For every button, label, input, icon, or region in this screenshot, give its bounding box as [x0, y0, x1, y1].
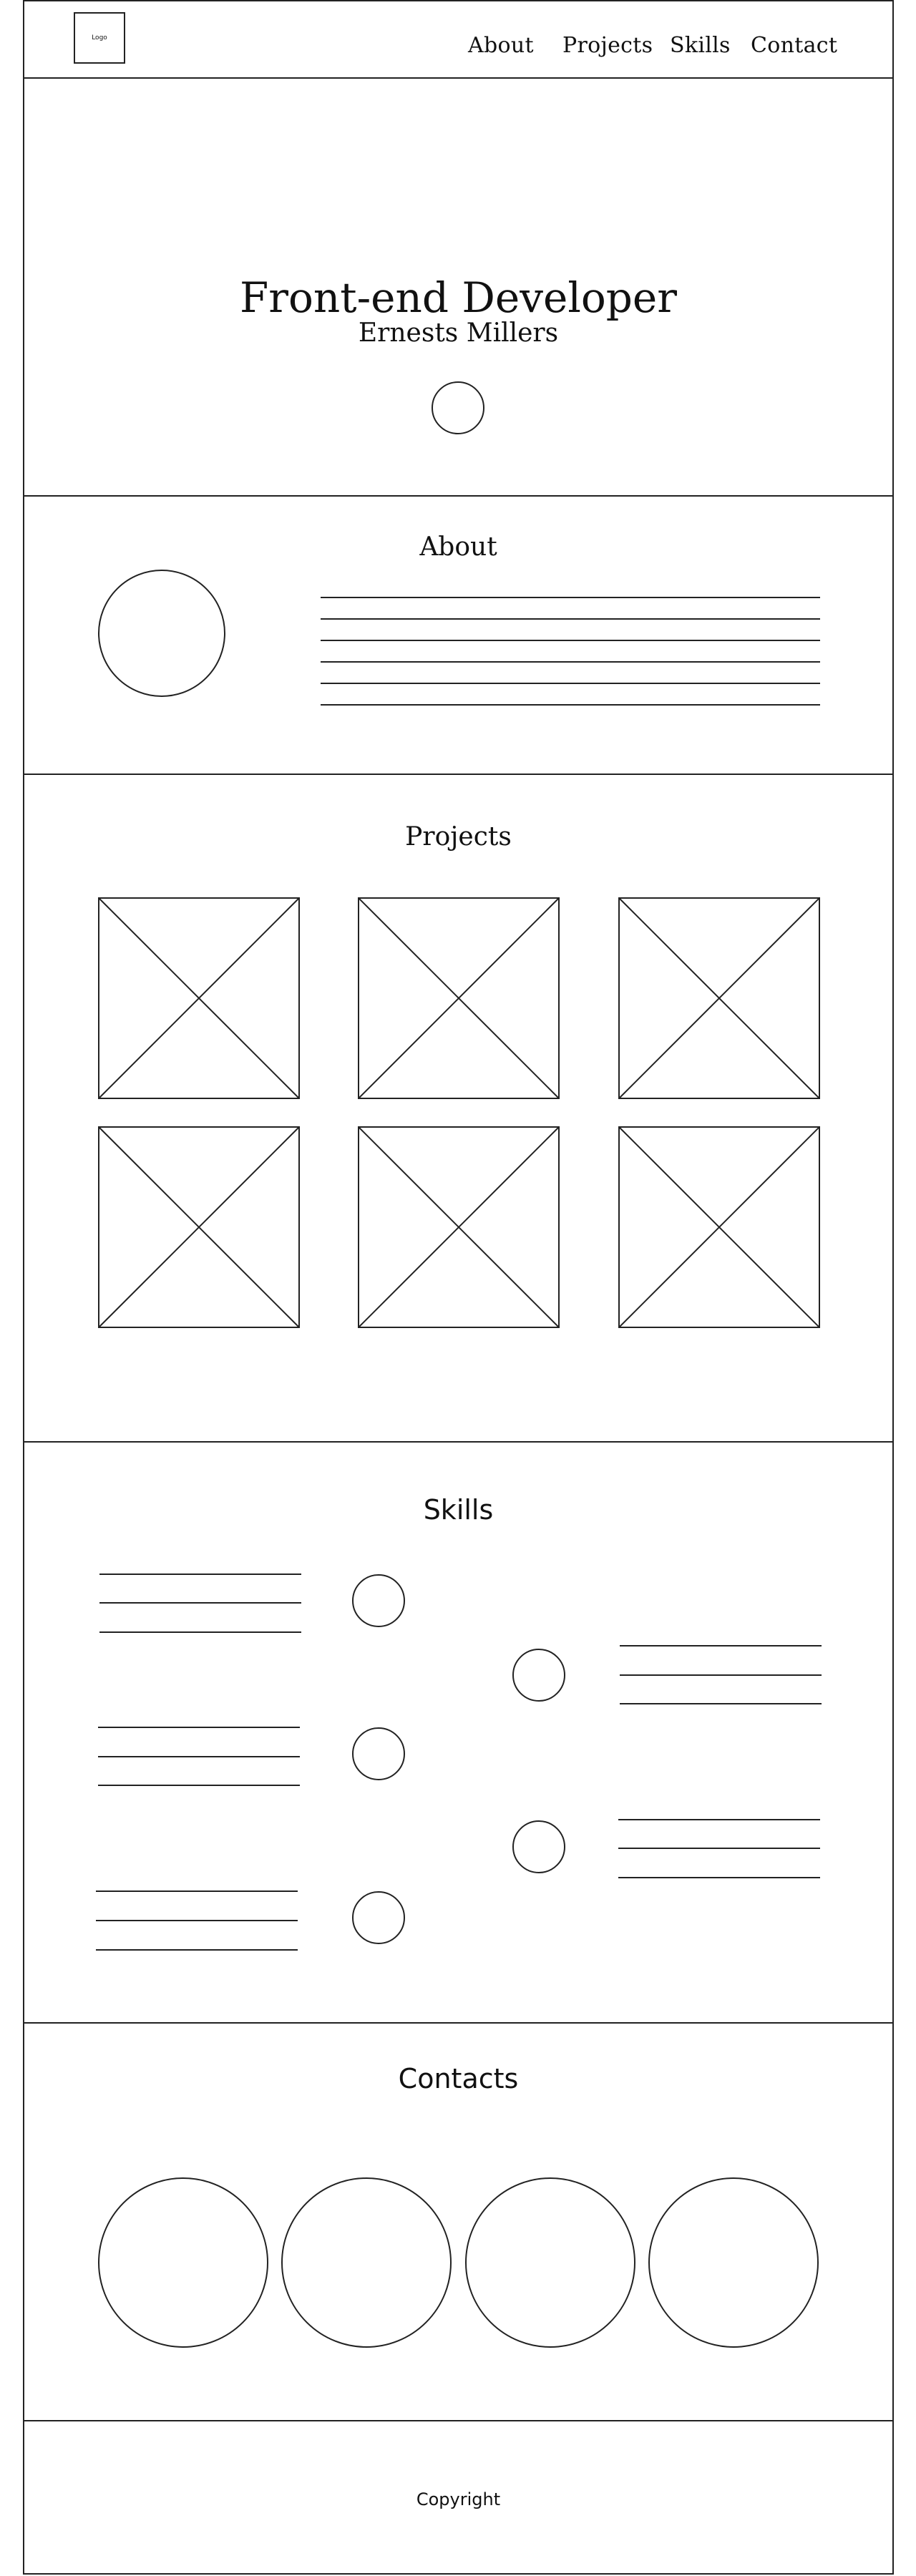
skill-text-line	[618, 1819, 820, 1820]
skill-text-line	[98, 1785, 300, 1786]
about-divider	[24, 774, 892, 775]
skill-text-line	[620, 1674, 822, 1676]
nav-skills-link[interactable]: Skills	[670, 33, 731, 58]
contact-link-circle[interactable]	[648, 2177, 819, 2348]
skill-text-line	[99, 1574, 301, 1575]
image-placeholder-icon	[98, 1126, 300, 1328]
hero-scroll-circle[interactable]	[432, 381, 484, 434]
skill-text-line	[618, 1877, 820, 1878]
skill-text-line	[96, 1890, 298, 1892]
about-avatar-circle	[98, 570, 225, 697]
about-text-line	[321, 640, 820, 641]
contacts-heading: Contacts	[398, 2063, 519, 2094]
image-placeholder-icon	[358, 897, 560, 1099]
hero-divider	[24, 495, 892, 497]
skill-text-line	[620, 1645, 822, 1646]
about-text-line	[321, 618, 820, 620]
hero-subtitle: Ernests Millers	[358, 318, 559, 348]
skills-divider	[24, 2022, 892, 2024]
about-heading: About	[419, 532, 497, 562]
about-text-line	[321, 661, 820, 663]
project-image-placeholder[interactable]	[618, 897, 820, 1099]
contact-link-circle[interactable]	[281, 2177, 452, 2348]
project-image-placeholder[interactable]	[358, 1126, 560, 1328]
project-image-placeholder[interactable]	[98, 1126, 300, 1328]
project-image-placeholder[interactable]	[618, 1126, 820, 1328]
header-divider	[24, 77, 892, 79]
skill-icon-circle	[512, 1649, 565, 1702]
image-placeholder-icon	[618, 897, 820, 1099]
contact-link-circle[interactable]	[465, 2177, 635, 2348]
contact-link-circle[interactable]	[98, 2177, 268, 2348]
hero-title: Front-end Developer	[240, 273, 677, 322]
skill-text-line	[99, 1631, 301, 1633]
image-placeholder-icon	[358, 1126, 560, 1328]
about-text-line	[321, 597, 820, 598]
skill-text-line	[620, 1703, 822, 1704]
skills-heading: Skills	[423, 1494, 494, 1526]
logo-placeholder[interactable]: Logo	[74, 12, 125, 64]
project-image-placeholder[interactable]	[98, 897, 300, 1099]
about-text-line	[321, 683, 820, 684]
skill-text-line	[96, 1949, 298, 1951]
skill-text-line	[96, 1920, 298, 1921]
skill-text-line	[618, 1848, 820, 1849]
skill-text-line	[99, 1602, 301, 1604]
nav-about-link[interactable]: About	[468, 33, 534, 58]
nav-contact-link[interactable]: Contact	[751, 33, 837, 58]
contacts-divider	[24, 2420, 892, 2421]
footer-copyright: Copyright	[416, 2489, 501, 2509]
skill-icon-circle	[352, 1574, 405, 1627]
skill-text-line	[98, 1756, 300, 1757]
project-image-placeholder[interactable]	[358, 897, 560, 1099]
about-text-line	[321, 704, 820, 706]
projects-heading: Projects	[405, 822, 512, 852]
skill-icon-circle	[352, 1891, 405, 1944]
skill-icon-circle	[512, 1820, 565, 1873]
logo-label: Logo	[92, 34, 107, 42]
nav-projects-link[interactable]: Projects	[562, 33, 653, 58]
image-placeholder-icon	[618, 1126, 820, 1328]
image-placeholder-icon	[98, 897, 300, 1099]
projects-divider	[24, 1441, 892, 1443]
skill-icon-circle	[352, 1727, 405, 1780]
skill-text-line	[98, 1727, 300, 1728]
